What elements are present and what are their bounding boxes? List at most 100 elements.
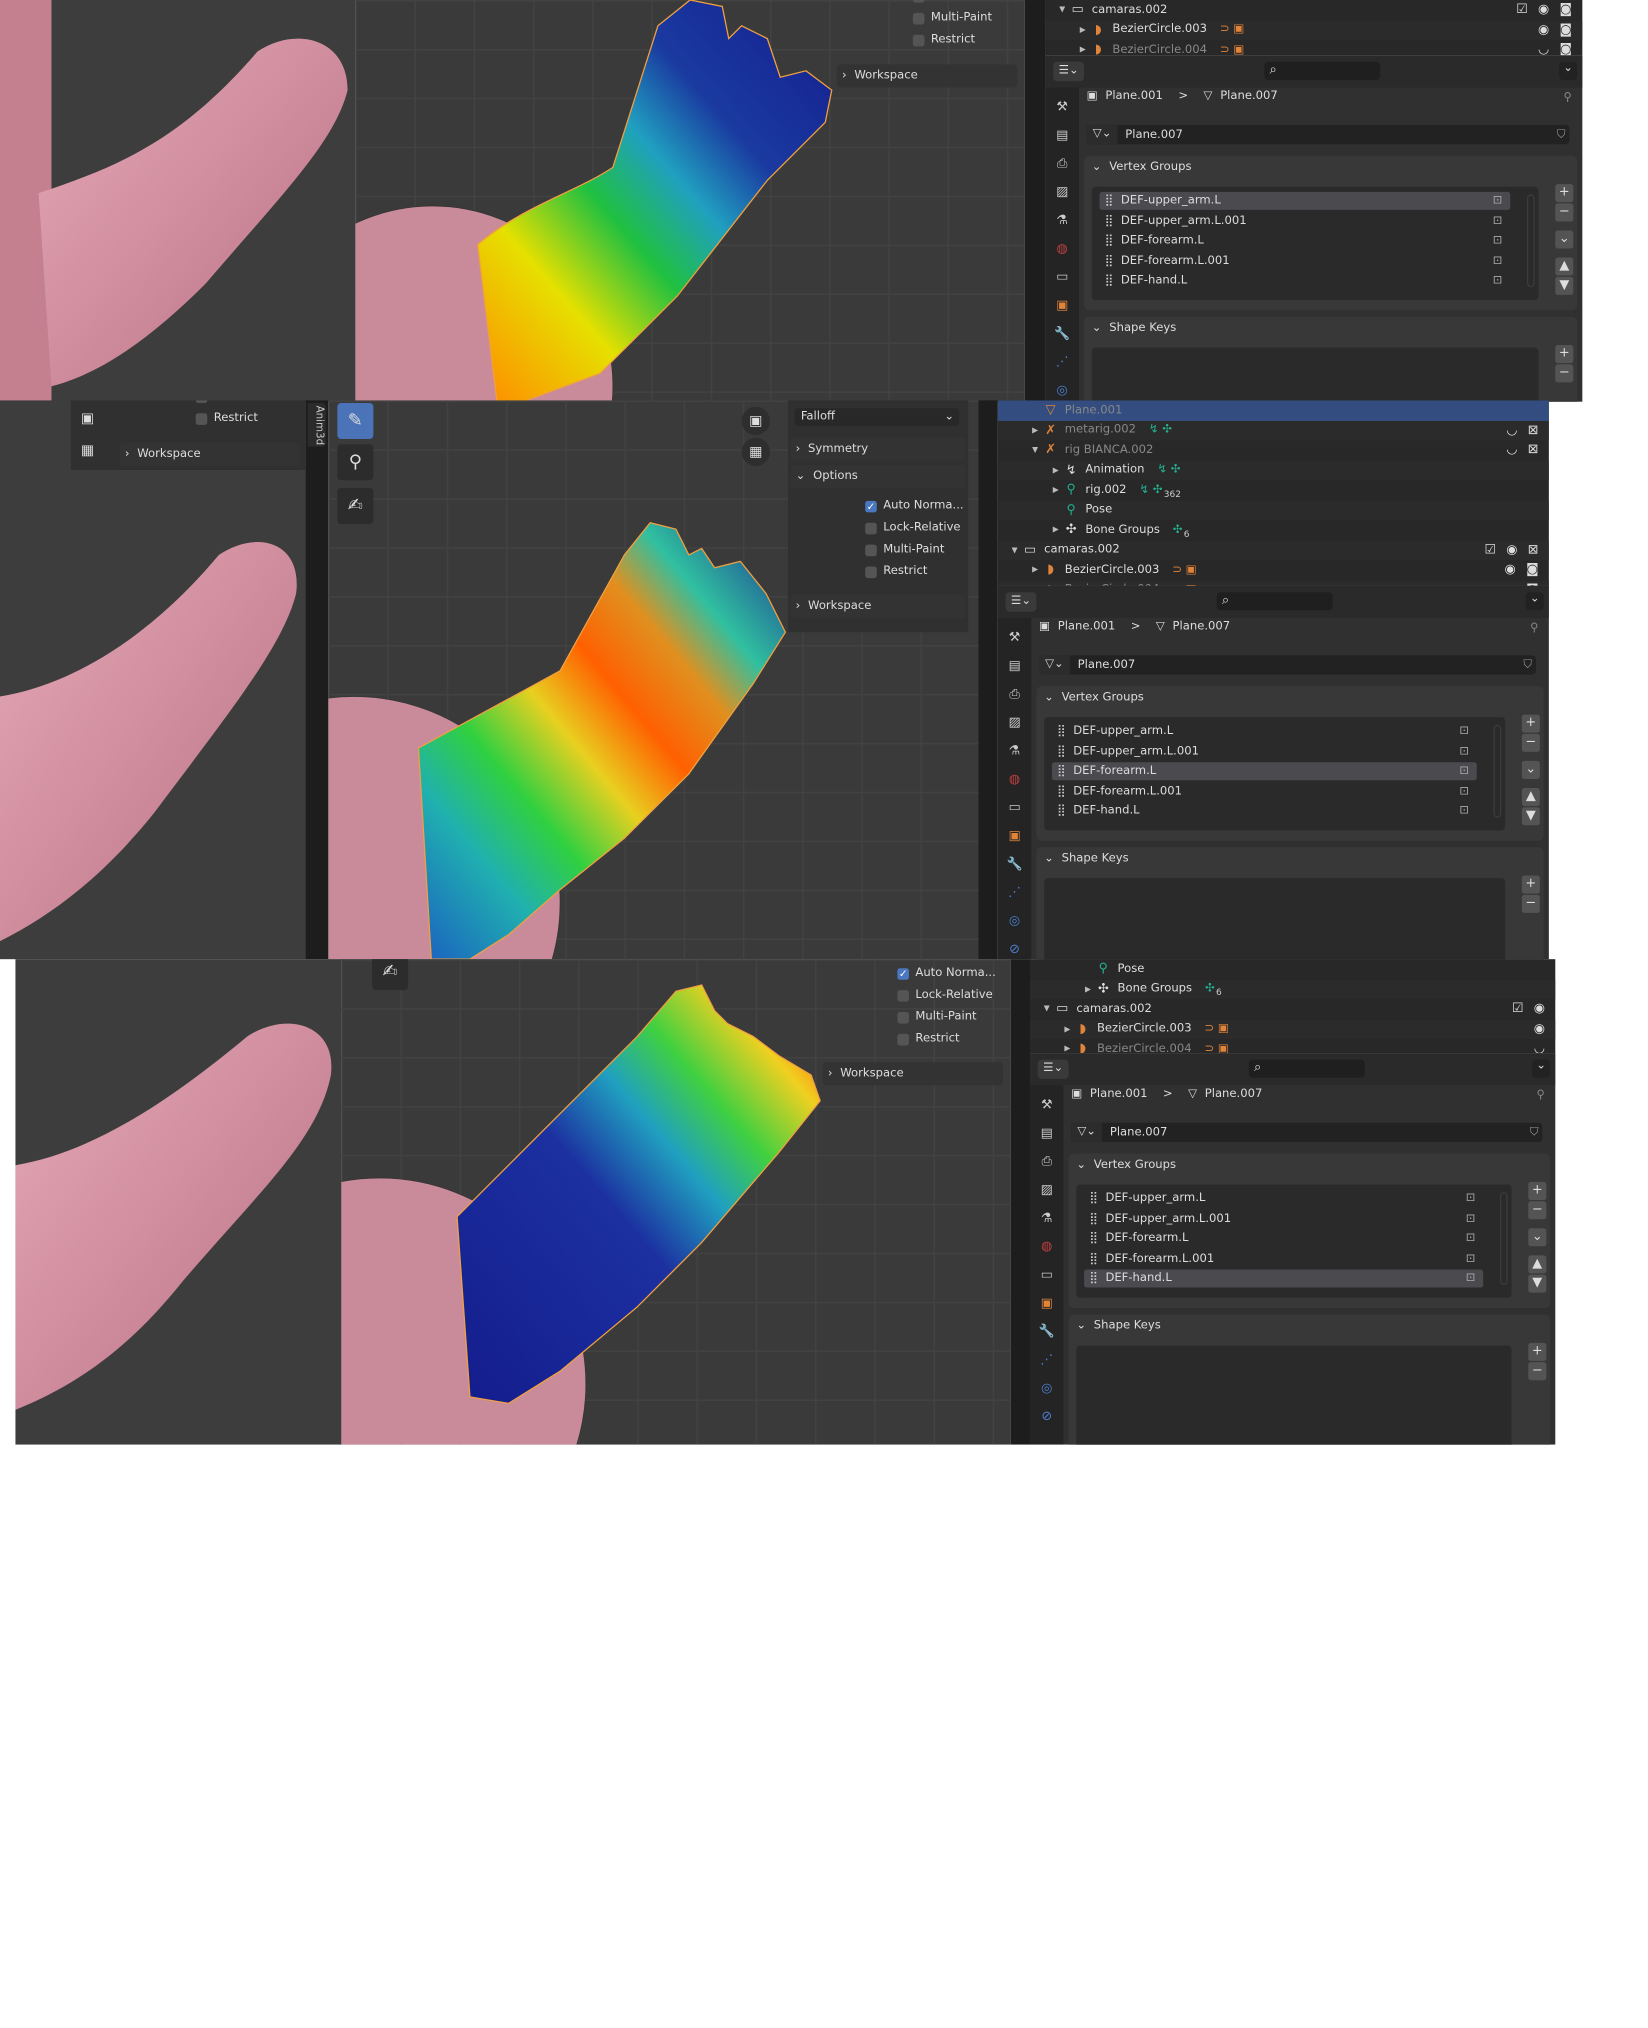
object-icon[interactable]: ▣ (1053, 299, 1071, 313)
properties-editor[interactable]: ☰⌄ ⌕ ⌄ ⚒ ▤ ⎙ ▨ ⚗ ◍ ▭ ▣ 🔧 ⋰ ◎ ⊘ ▣ Plane.001 > ▽ Plane.007 ⚲ ▽⌄… (997, 585, 1549, 960)
perspective-toggle[interactable]: ▦ (73, 436, 101, 464)
vertex-group-specials-button[interactable]: ⌄ (1555, 230, 1574, 249)
shape-keys-header[interactable]: ⌄ Shape Keys (1092, 322, 1176, 335)
lock-icon[interactable]: ⊡ (1459, 725, 1469, 738)
vertex-group-item[interactable]: ⣿ DEF-forearm.L.001 ⊡ (1084, 1250, 1483, 1268)
option-restrict[interactable]: Restrict (865, 565, 927, 578)
outliner-row[interactable]: ⚲ Pose (997, 500, 1549, 521)
outliner-row[interactable]: ▶ ◗ BezierCircle.003 ⊃ ▣ ◉ (1030, 1019, 1556, 1040)
header-menu-button[interactable]: ⌄ (1525, 592, 1544, 611)
constraints-icon[interactable]: ⊘ (1038, 1410, 1056, 1424)
render-disabled-icon[interactable]: ⊠ (1528, 443, 1539, 457)
render-disabled-icon[interactable]: ⊠ (1528, 543, 1539, 557)
checkbox[interactable] (912, 34, 925, 46)
editor-type-button[interactable]: ☰⌄ (1037, 1059, 1069, 1079)
mesh-browse-icon[interactable]: ▽⌄ (1086, 124, 1118, 145)
physics-icon[interactable]: ◎ (1053, 384, 1071, 398)
vertex-group-item[interactable]: ⣿ DEF-forearm.L.001 ⊡ (1100, 252, 1511, 270)
remove-vertex-group-button[interactable]: − (1555, 203, 1574, 222)
collection-icon[interactable]: ▭ (1053, 270, 1071, 284)
physics-icon[interactable]: ◎ (1038, 1381, 1056, 1395)
eye-icon[interactable]: ◉ (1505, 563, 1516, 577)
move-down-button[interactable]: ▼ (1555, 276, 1574, 295)
outliner-row[interactable]: ▼ ✗ rig BIANCA.002 ◡ ⊠ (998, 440, 1549, 460)
remove-shape-key-button[interactable]: − (1521, 894, 1540, 913)
eye-icon[interactable]: ◉ (1538, 23, 1549, 37)
fake-user-icon[interactable]: ⛉ (1557, 128, 1566, 141)
fake-user-icon[interactable]: ⛉ (1530, 1126, 1539, 1139)
area-divider[interactable] (1024, 0, 1046, 402)
checkbox[interactable] (897, 989, 909, 1002)
tool-icon[interactable]: ⚒ (1006, 631, 1024, 645)
option-auto-norma-[interactable]: ✓ Auto Norma... (897, 967, 996, 980)
mesh-browse-icon[interactable]: ▽⌄ (1039, 655, 1070, 675)
option-lock-relative[interactable]: Lock-Relative (865, 521, 961, 534)
checkbox[interactable] (195, 400, 208, 403)
view-layer-icon[interactable]: ▨ (1038, 1183, 1056, 1197)
lock-icon[interactable]: ⊡ (1466, 1272, 1476, 1285)
falloff-dropdown[interactable]: Falloff ⌄ (794, 408, 960, 427)
shape-key-list[interactable] (1076, 1345, 1512, 1445)
remove-vertex-group-button[interactable]: − (1528, 1201, 1547, 1220)
lock-icon[interactable]: ⊡ (1459, 765, 1469, 778)
outliner-row[interactable]: ▶◗BezierCircle.004⊃ ▣◡◙ (1045, 40, 1582, 56)
remove-shape-key-button[interactable]: − (1528, 1362, 1547, 1381)
shape-key-list[interactable] (1091, 347, 1539, 402)
render-disabled-icon[interactable]: ⊠ (1528, 423, 1539, 437)
3d-viewport[interactable]: ✎ ⚲ ✍ ▣ ▦ Falloff ⌄ › Symmetry ⌄ Options ✓ A… (328, 400, 979, 960)
list-scrollbar[interactable] (1493, 724, 1502, 818)
vertex-group-item[interactable]: ⣿ DEF-upper_arm.L ⊡ (1084, 1190, 1483, 1208)
outliner-row[interactable]: ▼ ▭ camaras.002 ☑ ◉ ⊠ (997, 540, 1549, 561)
outliner-row[interactable]: ▶ ◗ BezierCircle.003 ⊃ ▣ ◉ ◙ (1045, 19, 1583, 40)
header-menu-button[interactable]: ⌄ (1532, 1059, 1551, 1078)
move-down-button[interactable]: ▼ (1528, 1274, 1547, 1293)
remove-shape-key-button[interactable]: − (1555, 364, 1574, 383)
option-auto-norma-[interactable]: ✓ Auto Norma... (865, 500, 964, 512)
collapsed-arrow-icon[interactable]: ▶ (1061, 1025, 1074, 1034)
outliner-row[interactable]: ▶ ↯ Animation ↯ ✣ (997, 460, 1549, 481)
vertex-group-item[interactable]: ⣿ DEF-upper_arm.L.001 ⊡ (1052, 742, 1477, 760)
collapsed-arrow-icon[interactable]: ▶ (1076, 45, 1089, 54)
add-vertex-group-button[interactable]: + (1528, 1181, 1547, 1200)
symmetry-panel-header[interactable]: › Symmetry (790, 437, 966, 461)
search-input[interactable]: ⌕ (1264, 61, 1381, 80)
exclude-checkbox[interactable]: ☑ (1516, 3, 1528, 17)
lock-icon[interactable]: ⊡ (1466, 1192, 1476, 1205)
sample-weight-tool[interactable]: ⚲ (337, 444, 374, 481)
modifier-icon[interactable]: 🔧 (1038, 1325, 1056, 1339)
render-icon[interactable]: ▤ (1038, 1127, 1056, 1141)
perspective-toggle[interactable]: ▦ (741, 437, 770, 467)
vertex-groups-header[interactable]: ⌄ Vertex Groups (1076, 1159, 1176, 1172)
eye-icon[interactable]: ◉ (1534, 1002, 1545, 1016)
exclude-checkbox[interactable]: ☑ (1484, 543, 1496, 557)
view-layer-icon[interactable]: ▨ (1006, 716, 1024, 730)
vertex-group-item[interactable]: ⣿ DEF-hand.L ⊡ (1084, 1269, 1484, 1288)
outliner-row[interactable]: ▶ ✣ Bone Groups ✣ 6 (998, 520, 1549, 540)
checkbox[interactable]: ✓ (865, 500, 877, 512)
lock-icon[interactable]: ⊡ (1459, 785, 1469, 798)
add-vertex-group-button[interactable]: + (1521, 714, 1540, 733)
checkbox[interactable] (897, 1011, 909, 1023)
eye-closed-icon[interactable]: ◡ (1534, 1042, 1545, 1053)
tool-icon[interactable]: ⚒ (1053, 100, 1071, 114)
physics-icon[interactable]: ◎ (1006, 914, 1024, 928)
vertex-group-item[interactable]: ⣿ DEF-upper_arm.L.001 ⊡ (1084, 1210, 1483, 1228)
checkbox[interactable] (912, 0, 925, 2)
exclude-checkbox[interactable]: ☑ (1512, 1002, 1524, 1016)
option-restrict[interactable]: Restrict (912, 33, 975, 46)
eye-icon[interactable]: ◉ (1538, 3, 1549, 17)
view-layer-icon[interactable]: ▨ (1053, 185, 1071, 199)
tab-anim3d[interactable]: Anim3d (307, 402, 326, 447)
lock-icon[interactable]: ⊡ (1493, 274, 1503, 287)
option-restrict[interactable]: Restrict (897, 1033, 960, 1045)
option-multi-paint[interactable]: Multi-Paint (897, 1011, 977, 1024)
move-up-button[interactable]: ▲ (1521, 787, 1540, 806)
collapsed-arrow-icon[interactable]: ▶ (1049, 486, 1062, 495)
render-camera-icon[interactable]: ◙ (1560, 3, 1572, 17)
vertex-groups-header[interactable]: ⌄ Vertex Groups (1044, 691, 1144, 704)
search-input[interactable]: ⌕ (1216, 592, 1333, 611)
shape-keys-header[interactable]: ⌄ Shape Keys (1044, 852, 1128, 865)
world-icon[interactable]: ◍ (1006, 773, 1024, 787)
area-divider[interactable] (1010, 959, 1030, 1445)
eye-icon[interactable]: ◉ (1506, 543, 1517, 557)
